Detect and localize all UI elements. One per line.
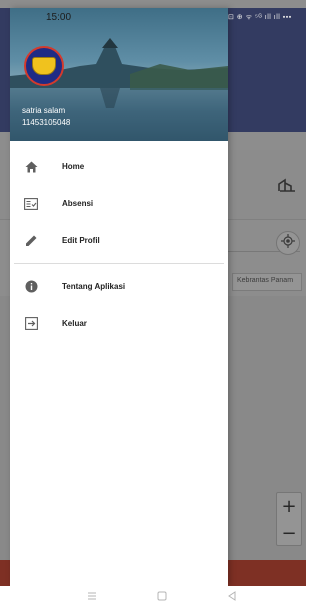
user-name: satria salam (22, 106, 66, 115)
menu-item-home[interactable]: Home (10, 148, 228, 185)
navigation-drawer: satria salam 11453105048 Home Absensi Ed… (10, 8, 228, 586)
menu-item-label: Keluar (62, 319, 87, 328)
menu-divider (14, 263, 224, 264)
menu-item-label: Absensi (62, 199, 94, 208)
logout-icon (24, 317, 38, 331)
menu-item-label: Home (62, 162, 85, 171)
status-bar-time: 15:00 (46, 12, 72, 23)
organization-logo (24, 46, 64, 86)
drawer-menu: Home Absensi Edit Profil Tentang Aplikas… (10, 148, 228, 342)
menu-item-edit-profil[interactable]: Edit Profil (10, 222, 228, 259)
menu-item-label: Edit Profil (62, 236, 100, 245)
menu-item-tentang-aplikasi[interactable]: Tentang Aplikasi (10, 268, 228, 305)
home-icon (24, 160, 38, 174)
menu-item-keluar[interactable]: Keluar (10, 305, 228, 342)
pencil-icon (24, 234, 38, 248)
menu-item-absensi[interactable]: Absensi (10, 185, 228, 222)
drawer-header: satria salam 11453105048 (10, 8, 228, 141)
system-navigation-bar (0, 586, 306, 605)
back-nav-icon[interactable] (226, 590, 238, 602)
user-id: 11453105048 (22, 118, 71, 127)
home-nav-icon[interactable] (156, 590, 168, 602)
attendance-list-icon (24, 197, 38, 211)
status-bar-icons: ⊡ ⊕ ᯤ ⁵ᴳ ıll ıll ▪▪▪ (228, 14, 292, 21)
recent-apps-icon[interactable] (86, 590, 98, 602)
info-icon (24, 280, 38, 294)
menu-item-label: Tentang Aplikasi (62, 282, 126, 291)
